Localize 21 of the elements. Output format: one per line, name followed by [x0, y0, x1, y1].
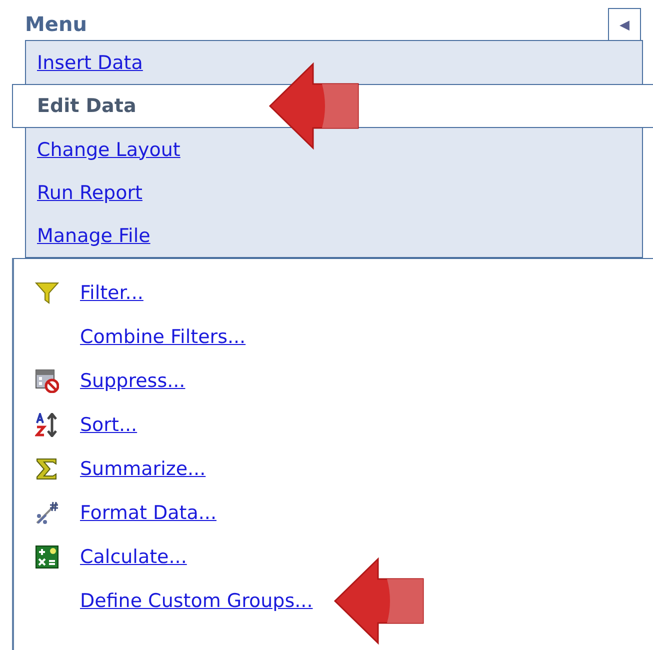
action-link[interactable]: Summarize... — [80, 458, 206, 480]
action-link[interactable]: Combine Filters... — [80, 326, 246, 348]
sort-icon — [35, 413, 59, 437]
action-link[interactable]: Calculate... — [80, 546, 187, 568]
action-link[interactable]: Filter... — [80, 282, 144, 304]
menu-link[interactable]: Change Layout — [37, 138, 180, 160]
suppress-icon — [35, 369, 59, 393]
menu-link[interactable]: Run Report — [37, 182, 142, 204]
collapse-button[interactable]: ◀ — [608, 8, 641, 40]
action-link[interactable]: Format Data... — [80, 502, 216, 524]
funnel-icon — [35, 281, 59, 305]
menu-link[interactable]: Manage File — [37, 224, 150, 246]
action-link[interactable]: Suppress... — [80, 370, 186, 392]
menu-link[interactable]: Insert Data — [37, 52, 143, 74]
menu-item[interactable]: Edit Data — [37, 95, 136, 117]
calculator-icon — [35, 545, 59, 569]
format-icon — [35, 501, 59, 525]
sigma-icon — [35, 457, 59, 481]
action-link[interactable]: Sort... — [80, 414, 138, 436]
menu-title: Menu — [25, 11, 87, 38]
action-link[interactable]: Define Custom Groups... — [80, 590, 313, 612]
